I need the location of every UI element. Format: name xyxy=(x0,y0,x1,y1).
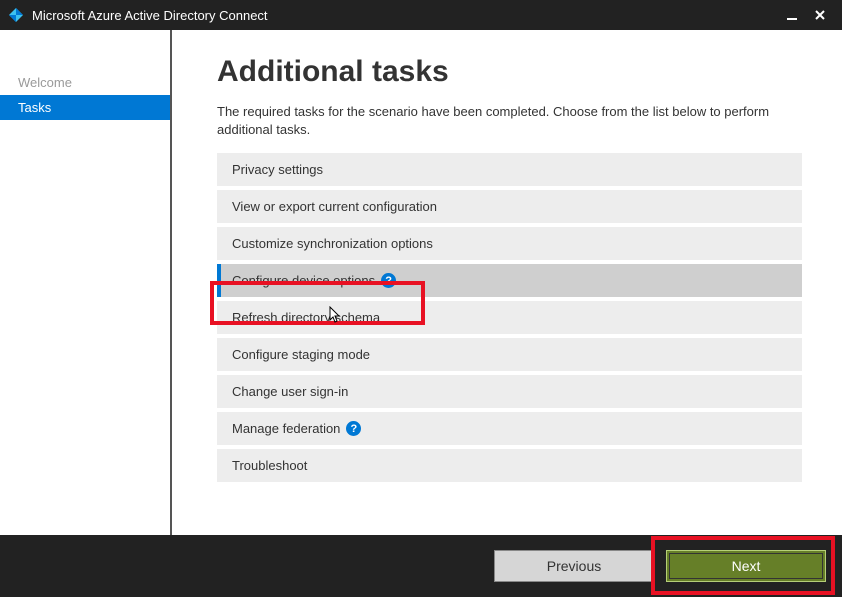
sidebar-item-welcome[interactable]: Welcome xyxy=(0,70,170,95)
page-title: Additional tasks xyxy=(217,55,802,89)
task-item-label: Manage federation xyxy=(232,421,340,436)
minimize-button[interactable] xyxy=(778,0,806,30)
task-item[interactable]: Troubleshoot xyxy=(217,449,802,482)
task-item-label: Troubleshoot xyxy=(232,458,307,473)
main-area: WelcomeTasks Additional tasks The requir… xyxy=(0,30,842,535)
titlebar: Microsoft Azure Active Directory Connect xyxy=(0,0,842,30)
window-title: Microsoft Azure Active Directory Connect xyxy=(32,8,268,23)
help-icon[interactable]: ? xyxy=(346,421,361,436)
task-item[interactable]: Refresh directory schema xyxy=(217,301,802,334)
page-description: The required tasks for the scenario have… xyxy=(217,103,802,139)
task-item-label: Configure staging mode xyxy=(232,347,370,362)
content: Additional tasks The required tasks for … xyxy=(172,30,842,535)
task-item-label: View or export current configuration xyxy=(232,199,437,214)
previous-button[interactable]: Previous xyxy=(494,550,654,582)
sidebar-item-tasks[interactable]: Tasks xyxy=(0,95,170,120)
task-item[interactable]: View or export current configuration xyxy=(217,190,802,223)
azure-logo-icon xyxy=(8,7,24,23)
task-item[interactable]: Privacy settings xyxy=(217,153,802,186)
close-button[interactable] xyxy=(806,0,834,30)
task-item-label: Change user sign-in xyxy=(232,384,348,399)
task-item-label: Refresh directory schema xyxy=(232,310,380,325)
help-icon[interactable]: ? xyxy=(381,273,396,288)
task-item[interactable]: Manage federation? xyxy=(217,412,802,445)
task-item[interactable]: Configure device options? xyxy=(217,264,802,297)
next-button[interactable]: Next xyxy=(666,550,826,582)
task-item-label: Customize synchronization options xyxy=(232,236,433,251)
task-list: Privacy settings View or export current c… xyxy=(217,153,802,482)
task-item[interactable]: Change user sign-in xyxy=(217,375,802,408)
task-item-label: Privacy settings xyxy=(232,162,323,177)
task-item[interactable]: Configure staging mode xyxy=(217,338,802,371)
footer: Previous Next xyxy=(0,535,842,597)
task-item[interactable]: Customize synchronization options xyxy=(217,227,802,260)
sidebar: WelcomeTasks xyxy=(0,30,172,535)
task-item-label: Configure device options xyxy=(232,273,375,288)
